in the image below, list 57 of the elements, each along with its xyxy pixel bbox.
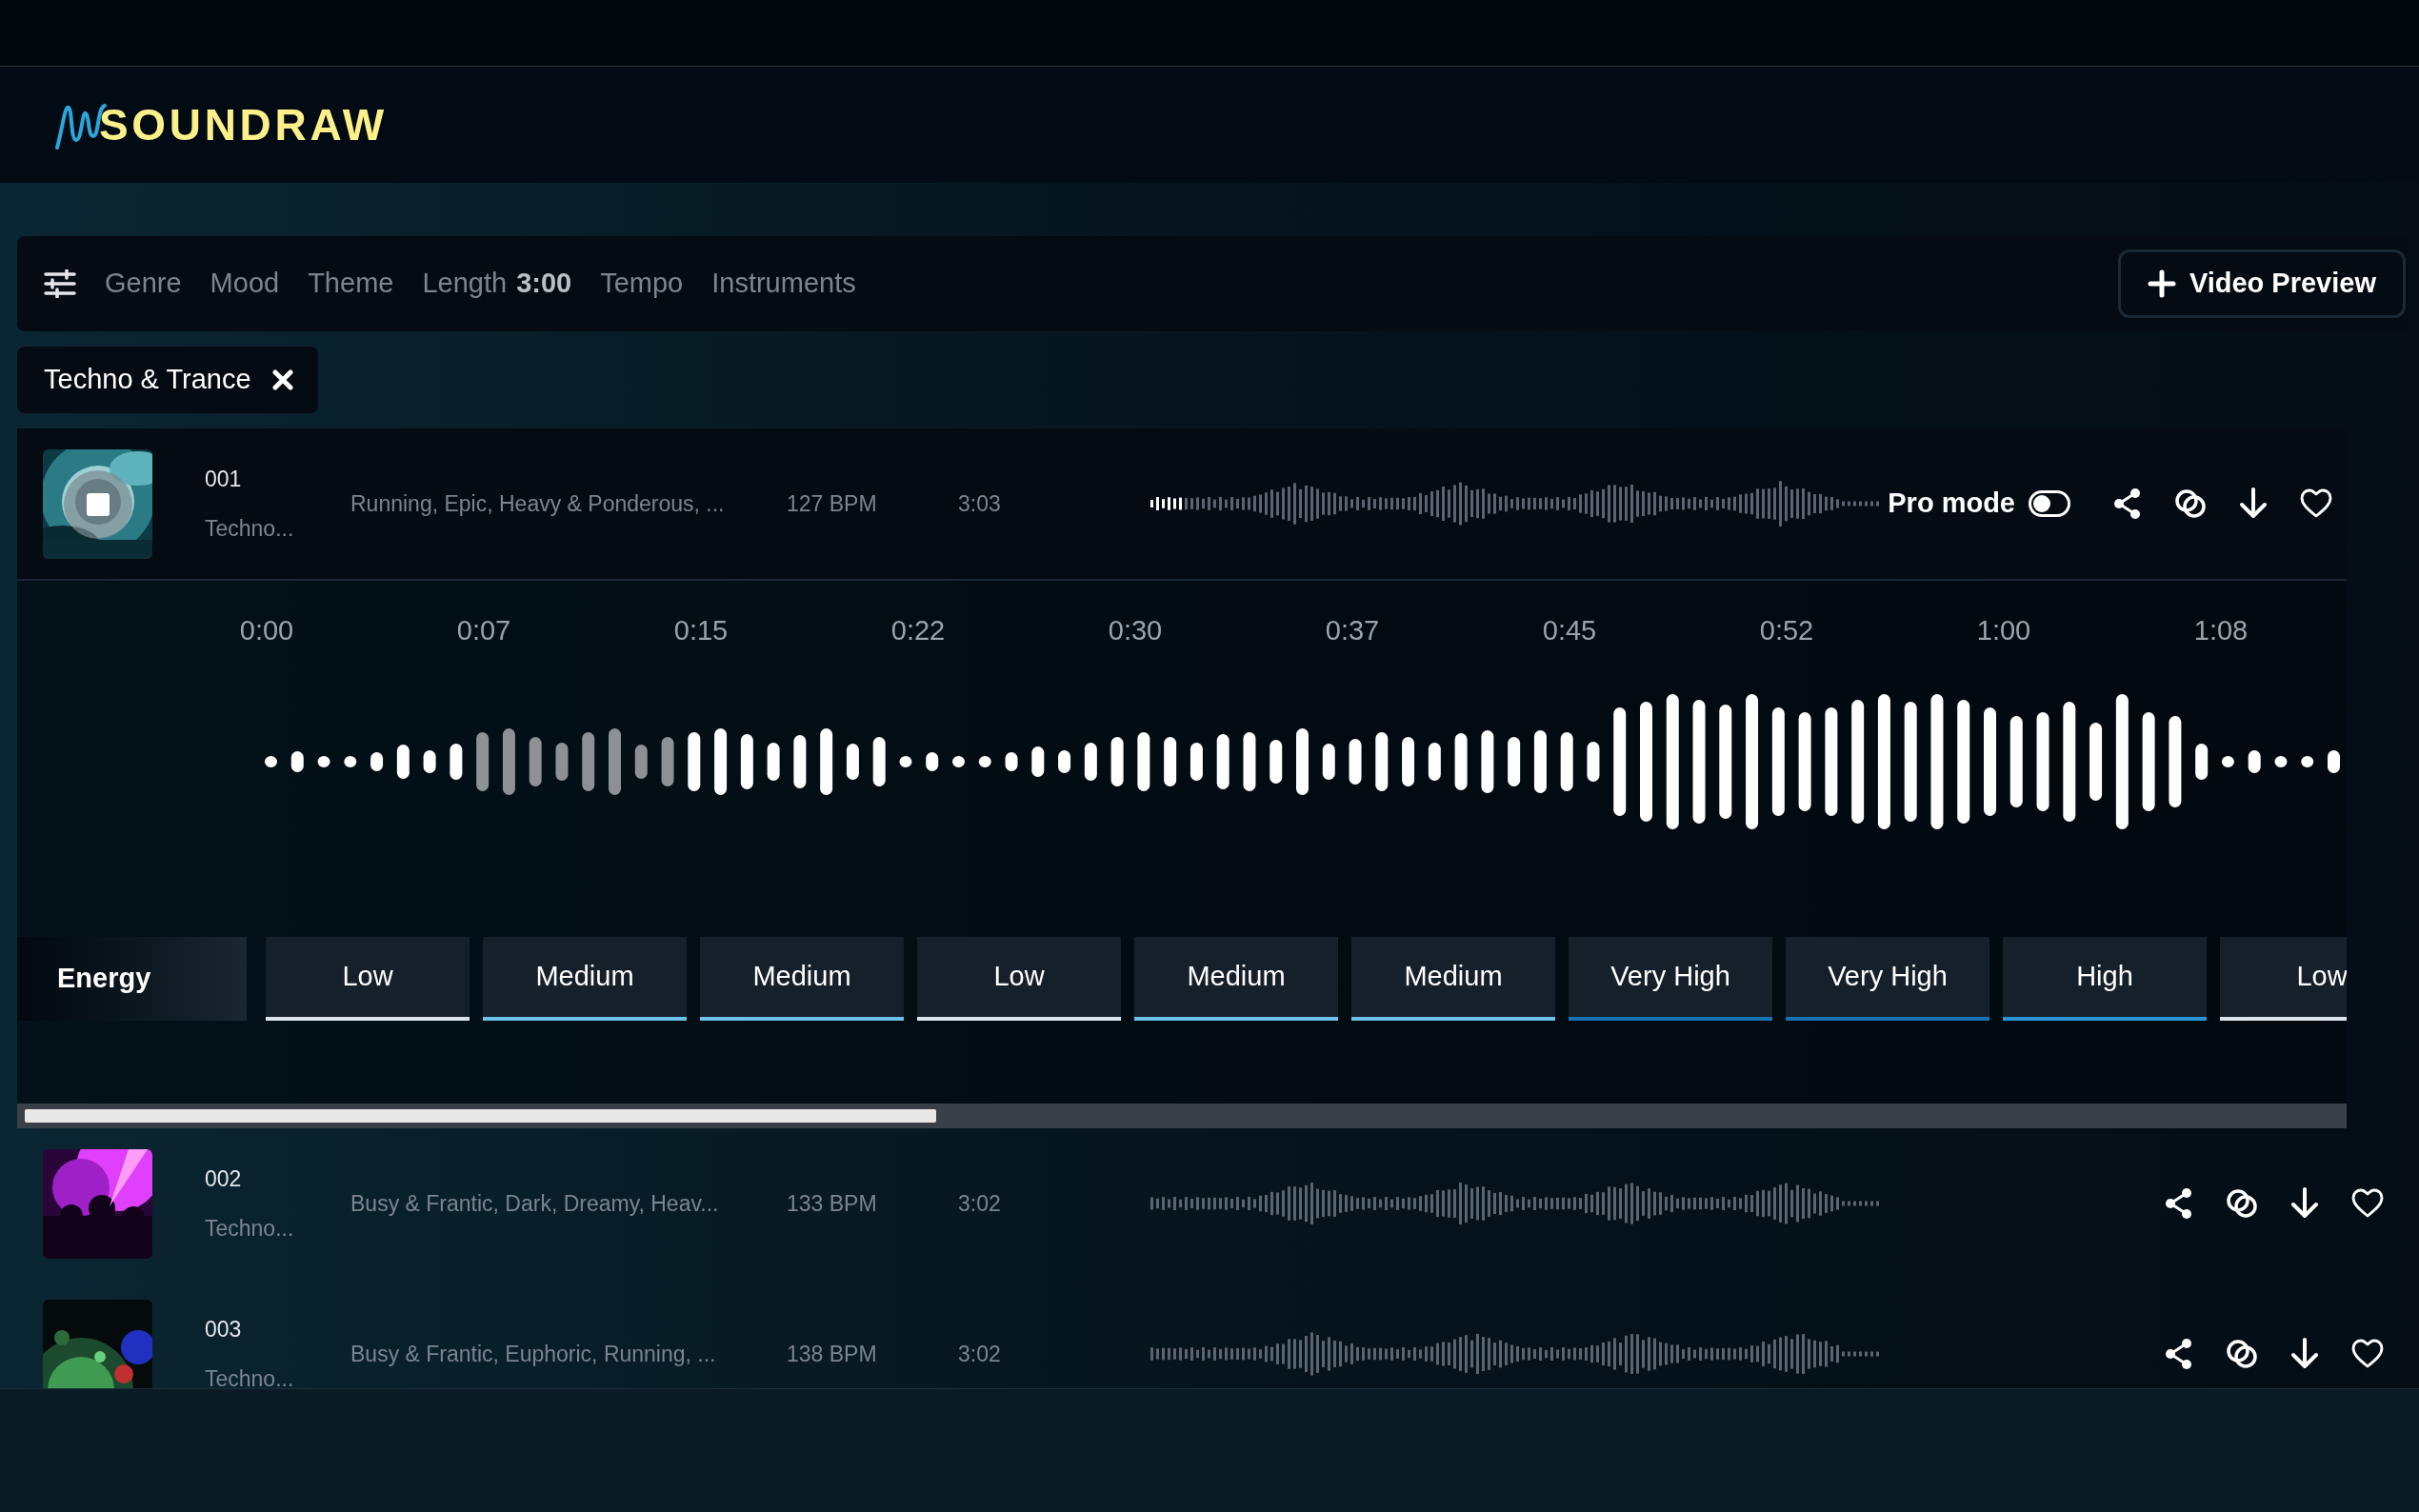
timeline-label: 0:00 (238, 614, 295, 647)
filter-tab[interactable]: Theme (308, 263, 394, 305)
energy-segment[interactable]: High (2003, 937, 2207, 1021)
timeline-label: 0:30 (1107, 614, 1164, 647)
track-row[interactable]: 001 Techno... Running, Epic, Heavy & Ponderous, ... 127 BPM 3:03 Pro mode (17, 428, 2347, 581)
energy-segment[interactable]: Low (917, 937, 1121, 1021)
timeline-label: 1:08 (2192, 614, 2249, 647)
stop-icon (87, 492, 110, 516)
linked-rings-icon[interactable] (2173, 487, 2208, 521)
track-number: 003 (205, 1315, 243, 1343)
scrollbar[interactable] (17, 1104, 2347, 1128)
filter-tab[interactable]: Genre (105, 263, 182, 305)
track-number: 001 (205, 465, 243, 493)
timeline-label: 0:07 (455, 614, 512, 647)
track-tags: Busy & Frantic, Euphoric, Running, ... (350, 1337, 787, 1371)
timeline-label: 0:22 (890, 614, 947, 647)
track-tags: Busy & Frantic, Dark, Dreamy, Heav... (350, 1186, 787, 1221)
video-preview-button[interactable]: Video Preview (2117, 249, 2406, 318)
energy-segment[interactable]: Medium (700, 937, 904, 1021)
track-tags: Running, Epic, Heavy & Ponderous, ... (350, 487, 787, 521)
filter-tab[interactable]: Instruments (711, 263, 856, 305)
track-duration: 3:02 (958, 1189, 1002, 1218)
track-bpm: 127 BPM (787, 489, 878, 518)
track-genre: Techno... (205, 1365, 295, 1388)
timeline-label: 1:00 (1975, 614, 2032, 647)
energy-segment[interactable]: Very High (1786, 937, 1989, 1021)
energy-label: Energy (57, 962, 151, 996)
track-genre: Techno... (205, 1215, 295, 1243)
track-number: 002 (205, 1164, 243, 1193)
track-duration: 3:02 (958, 1340, 1002, 1368)
plus-icon (2147, 269, 2176, 298)
track-bpm: 133 BPM (787, 1189, 878, 1218)
energy-segment[interactable]: Medium (1134, 937, 1338, 1021)
settings-sliders-icon[interactable] (44, 269, 76, 298)
track-bpm: 138 BPM (787, 1340, 878, 1368)
track-genre: Techno... (205, 515, 295, 543)
filter-tab[interactable]: Tempo (600, 263, 684, 305)
filter-chip: Techno & Trance (17, 347, 318, 413)
scrollbar-thumb[interactable] (25, 1109, 936, 1123)
timeline-label: 0:45 (1541, 614, 1598, 647)
track-row[interactable]: 002 Techno... Busy & Frantic, Dark, Dreamy, Heav... 133 BPM 3:02 (17, 1128, 2398, 1279)
linked-rings-icon[interactable] (2225, 1186, 2259, 1221)
logo-text[interactable]: SOUNDRAW (99, 91, 388, 158)
pro-mode-toggle[interactable]: Pro mode (1888, 483, 2070, 525)
energy-segment[interactable]: Very High (1569, 937, 1772, 1021)
energy-segment[interactable]: Low (2220, 937, 2347, 1021)
timeline-label: 0:52 (1758, 614, 1815, 647)
timeline-label: 0:37 (1324, 614, 1381, 647)
close-icon[interactable] (271, 369, 293, 390)
energy-segment[interactable]: Medium (483, 937, 687, 1021)
filter-tab[interactable]: Length 3:00 (422, 263, 572, 305)
energy-segment[interactable]: Medium (1351, 937, 1555, 1021)
linked-rings-icon[interactable] (2225, 1337, 2259, 1371)
track-duration: 3:03 (958, 489, 1002, 518)
energy-segment[interactable]: Low (266, 937, 470, 1021)
timeline-label: 0:15 (672, 614, 730, 647)
filter-tab[interactable]: Mood (210, 263, 280, 305)
